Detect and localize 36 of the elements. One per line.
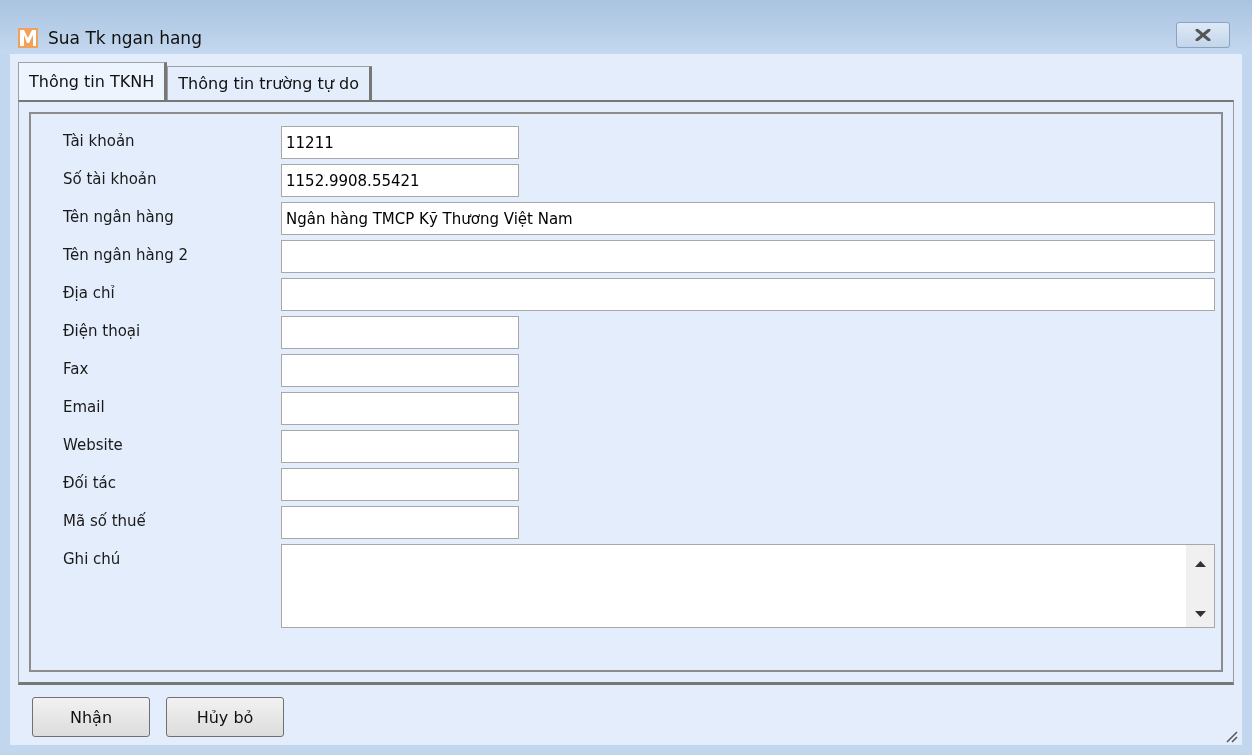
dialog-button[interactable]: Hủy bỏ [166, 697, 284, 737]
close-icon [1194, 29, 1212, 41]
tab[interactable]: Thông tin trường tự do [167, 66, 372, 100]
field-label: Tên ngân hàng [62, 207, 175, 226]
field-label: Địa chỉ [62, 283, 116, 302]
scrollbar[interactable] [1186, 545, 1214, 627]
resize-grip-icon[interactable] [1224, 729, 1238, 743]
field-label: Website [62, 435, 124, 454]
text-field[interactable] [281, 354, 519, 387]
text-field[interactable] [281, 316, 519, 349]
text-field[interactable] [281, 240, 1215, 273]
field-label: Fax [62, 359, 90, 378]
close-button[interactable] [1176, 22, 1230, 48]
text-field[interactable] [281, 392, 519, 425]
app-logo-icon [18, 28, 38, 48]
dialog-button[interactable]: Nhận [32, 697, 150, 737]
field-label: Tên ngân hàng 2 [62, 245, 190, 264]
text-field[interactable] [281, 278, 1215, 311]
field-label: Điện thoại [62, 321, 142, 340]
text-field[interactable]: 11211 [281, 126, 519, 159]
text-field[interactable]: Ngân hàng TMCP Kỹ Thương Việt Nam [281, 202, 1215, 235]
tab[interactable]: Thông tin TKNH [18, 62, 168, 100]
field-label: Tài khoản [62, 131, 136, 150]
field-label: Đối tác [62, 473, 118, 492]
field-label: Email [62, 397, 106, 416]
notes-field[interactable] [281, 544, 1215, 628]
scroll-down-icon[interactable] [1194, 611, 1206, 617]
field-label: Số tài khoản [62, 169, 158, 188]
text-field[interactable] [281, 506, 519, 539]
text-field[interactable] [281, 430, 519, 463]
text-field[interactable]: 1152.9908.55421 [281, 164, 519, 197]
scroll-up-icon[interactable] [1194, 561, 1206, 567]
field-label: Ghi chú [62, 549, 122, 568]
window-title: Sua Tk ngan hang [48, 28, 203, 48]
field-label: Mã số thuế [62, 511, 147, 530]
text-field[interactable] [281, 468, 519, 501]
